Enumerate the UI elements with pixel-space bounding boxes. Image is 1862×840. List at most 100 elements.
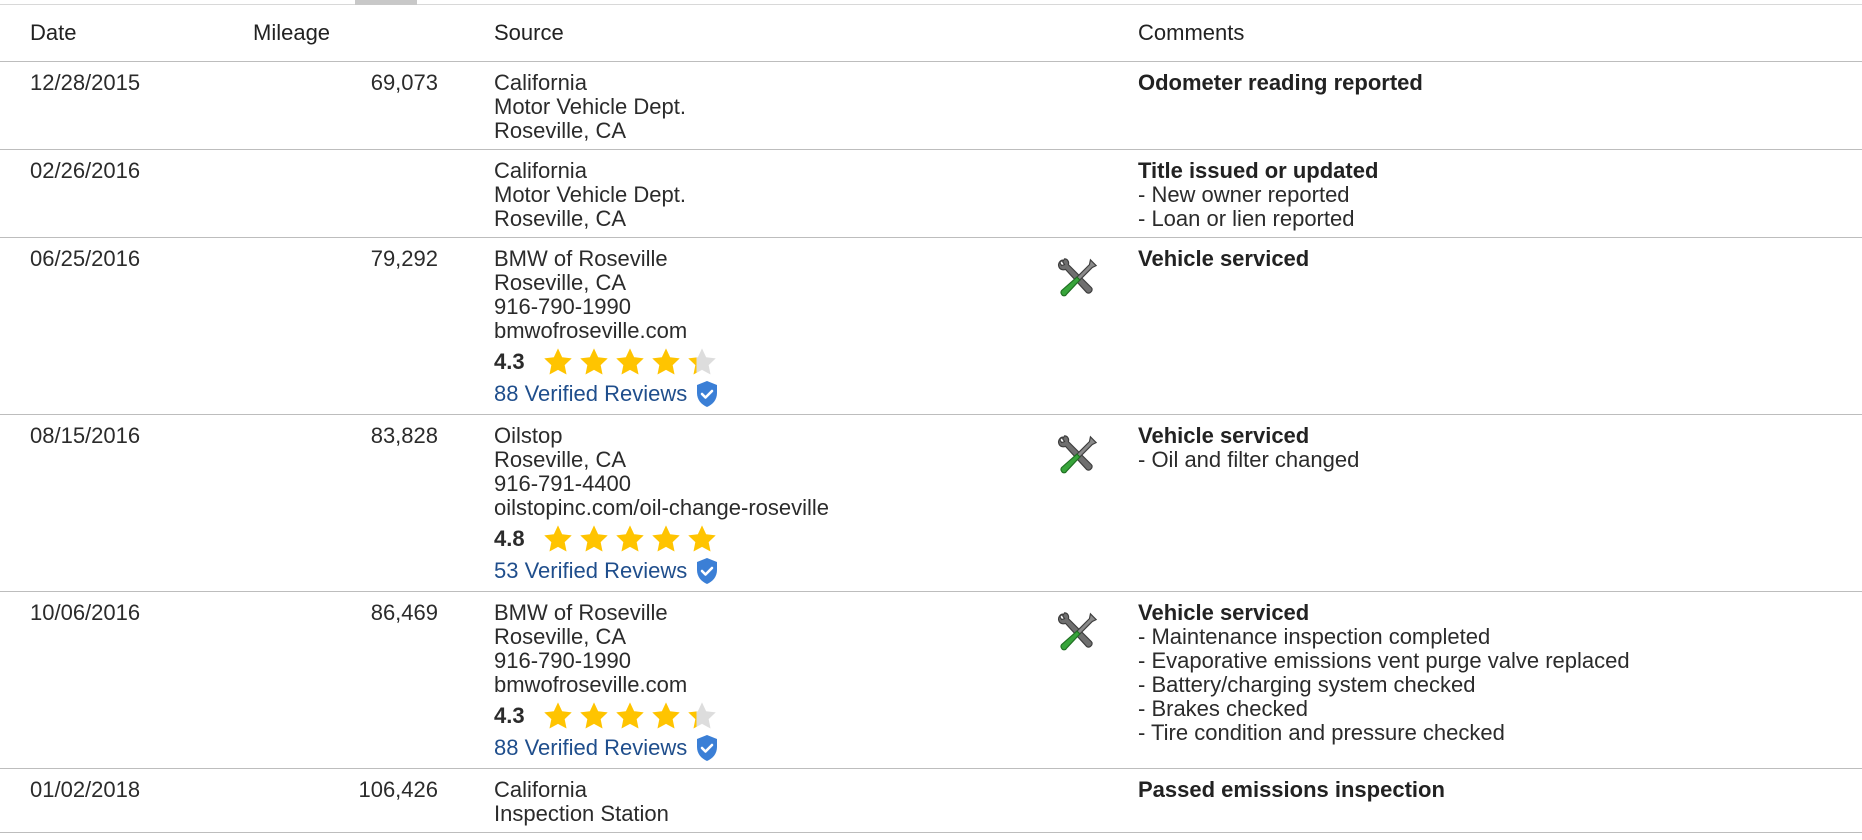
source-website-link[interactable]: bmwofroseville.com [494, 673, 1054, 697]
comment-title: Passed emissions inspection [1138, 777, 1445, 802]
vehicle-history-page: Date Mileage Source Comments 12/28/2015 6… [0, 0, 1862, 840]
source-line: California [494, 158, 587, 183]
row-source: Oilstop Roseville, CA 916-791-4400 oilstopi… [494, 414, 1054, 592]
row-comments: Vehicle serviced [1138, 237, 1862, 415]
table-row: 08/15/2016 83,828 Oilstop Roseville, CA 916-… [0, 414, 1862, 592]
row-comments: Passed emissions inspection [1138, 768, 1862, 833]
row-mileage: 106,426 [225, 768, 438, 833]
comment-title: Vehicle serviced [1138, 600, 1310, 625]
row-spacer [438, 149, 494, 238]
row-mileage: 83,828 [225, 414, 438, 592]
source-line: 916-790-1990 [494, 648, 632, 673]
rating-star-icon [616, 702, 644, 729]
source-line: BMW of Roseville [494, 600, 668, 625]
row-mileage: 69,073 [225, 61, 438, 150]
source-line: Roseville, CA [494, 118, 627, 143]
comment-title: Vehicle serviced [1138, 423, 1310, 448]
row-source: BMW of Roseville Roseville, CA 916-790-199… [494, 591, 1054, 769]
row-date: 02/26/2016 [0, 149, 225, 238]
row-mileage: 86,469 [225, 591, 438, 769]
rating-star-icon [544, 702, 572, 729]
table-row: 10/06/2016 86,469 BMW of Roseville Rosevill… [0, 591, 1862, 769]
date-column-header: Date [0, 5, 225, 62]
rating-stars [542, 346, 718, 378]
row-service-icon-cell [1054, 414, 1138, 592]
wrench-screwdriver-icon [1057, 612, 1098, 651]
spacer-column-header [438, 5, 494, 62]
row-service-icon-cell [1054, 61, 1138, 150]
wrench-screwdriver-icon [1057, 435, 1098, 474]
rating-star-icon [544, 348, 572, 375]
source-line: Roseville, CA [494, 206, 627, 231]
source-column-header: Source [494, 5, 1054, 62]
source-line: Motor Vehicle Dept. [494, 182, 686, 207]
table-row: 01/02/2018 106,426 California Inspection St… [0, 768, 1862, 833]
comment-item: - Oil and filter changed [1138, 447, 1360, 472]
rating-star-icon [580, 702, 608, 729]
comment-item: - Brakes checked [1138, 696, 1308, 721]
row-comments: Vehicle serviced - Oil and filter changed [1138, 414, 1862, 592]
comments-column-header: Comments [1138, 5, 1862, 62]
row-date: 08/15/2016 [0, 414, 225, 592]
verified-shield-icon [697, 735, 718, 761]
verified-reviews-link[interactable]: 88 Verified Reviews [494, 734, 1054, 762]
table-row: 06/25/2016 79,292 BMW of Roseville Rosevill… [0, 237, 1862, 415]
row-comments: Title issued or updated - New owner repor… [1138, 149, 1862, 238]
icon-column-header [1054, 5, 1138, 62]
source-line: Oilstop [494, 423, 563, 448]
row-source: BMW of Roseville Roseville, CA 916-790-199… [494, 237, 1054, 415]
row-mileage [225, 149, 438, 238]
rating-stars [542, 523, 718, 555]
rating-star-icon [616, 348, 644, 375]
row-service-icon-cell [1054, 591, 1138, 769]
comment-title: Title issued or updated [1138, 158, 1379, 183]
comment-item: - Tire condition and pressure checked [1138, 720, 1505, 745]
table-row: 02/26/2016 California Motor Vehicle Dept. R… [0, 149, 1862, 238]
source-line: BMW of Roseville [494, 246, 668, 271]
row-date: 01/02/2018 [0, 768, 225, 833]
source-line: Motor Vehicle Dept. [494, 94, 686, 119]
source-line: 916-790-1990 [494, 294, 632, 319]
source-line: Inspection Station [494, 801, 669, 826]
rating-star-icon [616, 525, 644, 552]
rating-star-icon [580, 525, 608, 552]
verified-reviews-label: 53 Verified Reviews [494, 558, 688, 583]
comment-item: - Loan or lien reported [1138, 206, 1355, 231]
verified-reviews-label: 88 Verified Reviews [494, 381, 688, 406]
row-spacer [438, 768, 494, 833]
source-website-link[interactable]: oilstopinc.com/oil-change-roseville [494, 496, 1054, 520]
dealer-rating: 4.8 [494, 522, 1054, 556]
row-spacer [438, 237, 494, 415]
comment-item: - New owner reported [1138, 182, 1350, 207]
dealer-rating: 4.3 [494, 699, 1054, 733]
row-comments: Vehicle serviced - Maintenance inspection… [1138, 591, 1862, 769]
row-source: California Motor Vehicle Dept. Roseville, … [494, 149, 1054, 238]
verified-reviews-link[interactable]: 53 Verified Reviews [494, 557, 1054, 585]
row-source: California Motor Vehicle Dept. Roseville, … [494, 61, 1054, 150]
row-spacer [438, 61, 494, 150]
verified-reviews-link[interactable]: 88 Verified Reviews [494, 380, 1054, 408]
source-line: Roseville, CA [494, 624, 627, 649]
table-row: 12/28/2015 69,073 California Motor Vehicle … [0, 61, 1862, 150]
rating-star-icon [580, 348, 608, 375]
rating-star-icon [652, 525, 680, 552]
verified-shield-icon [697, 558, 718, 584]
row-comments: Odometer reading reported [1138, 61, 1862, 150]
rating-stars [542, 700, 718, 732]
source-line: 916-791-4400 [494, 471, 632, 496]
row-date: 10/06/2016 [0, 591, 225, 769]
comment-item: - Battery/charging system checked [1138, 672, 1476, 697]
row-mileage: 79,292 [225, 237, 438, 415]
source-line: California [494, 777, 587, 802]
rating-value: 4.3 [494, 349, 525, 374]
source-website-link[interactable]: bmwofroseville.com [494, 319, 1054, 343]
rating-star-icon [652, 702, 680, 729]
row-service-icon-cell [1054, 149, 1138, 238]
rating-star-icon [652, 348, 680, 375]
table-header-row: Date Mileage Source Comments [0, 5, 1862, 62]
comment-title: Odometer reading reported [1138, 70, 1423, 95]
source-line: Roseville, CA [494, 447, 627, 472]
row-source: California Inspection Station [494, 768, 1054, 833]
row-date: 06/25/2016 [0, 237, 225, 415]
comment-title: Vehicle serviced [1138, 246, 1310, 271]
